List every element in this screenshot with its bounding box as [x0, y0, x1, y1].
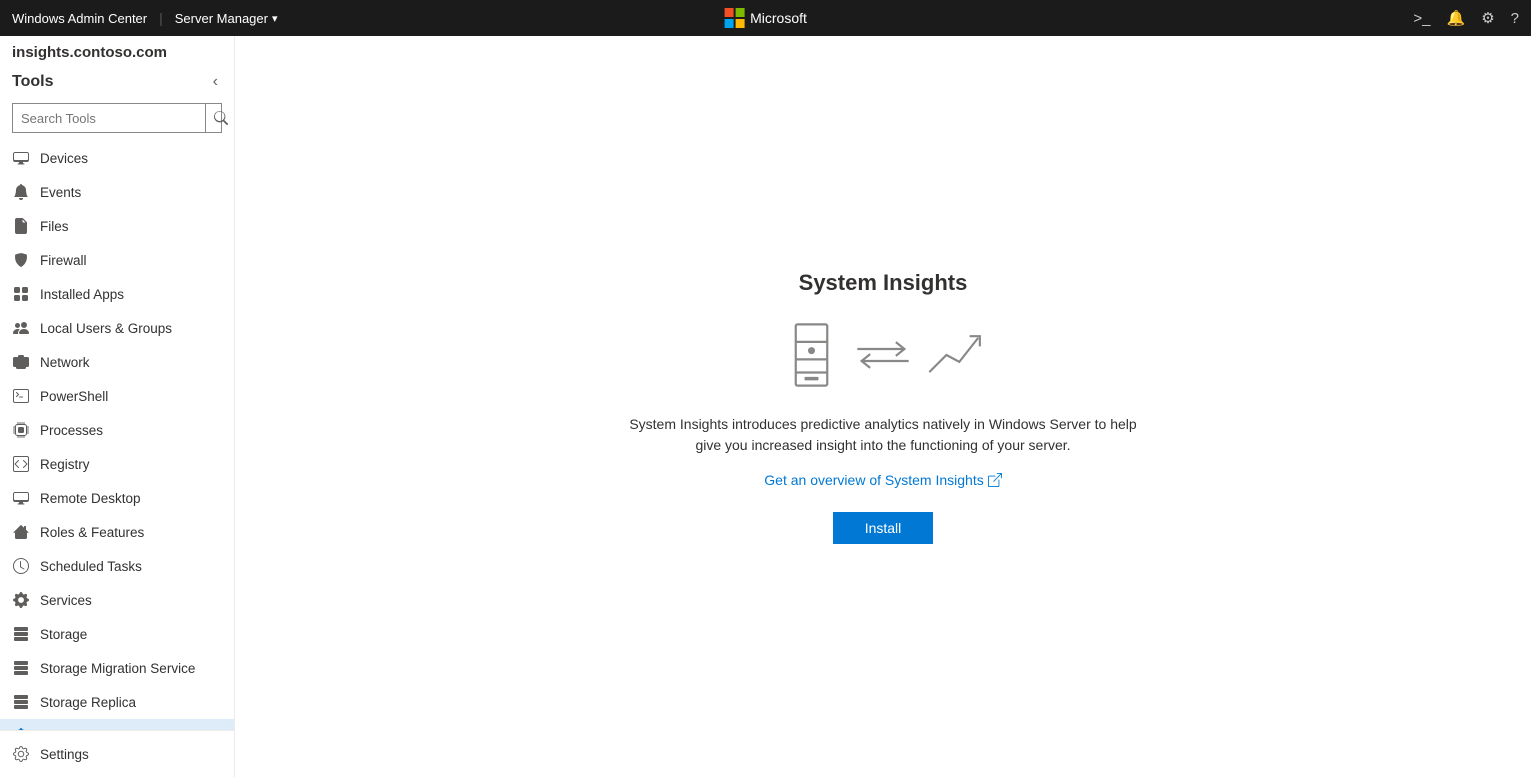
sidebar-item-label-events: Events	[40, 185, 81, 200]
sidebar-item-label-files: Files	[40, 219, 69, 234]
remote-icon	[12, 489, 30, 507]
top-bar: Windows Admin Center | Server Manager ▾ …	[0, 0, 1531, 36]
panel-title: System Insights	[799, 270, 968, 296]
sidebar-item-storage-migration[interactable]: Storage Migration Service	[0, 651, 234, 685]
sidebar-item-scheduled-tasks[interactable]: Scheduled Tasks	[0, 549, 234, 583]
sidebar-item-powershell[interactable]: PowerShell	[0, 379, 234, 413]
tools-header: Tools ‹	[0, 65, 234, 99]
sidebar-item-system-insights[interactable]: System Insights	[0, 719, 234, 730]
sidebar-item-label-registry: Registry	[40, 457, 90, 472]
terminal-icon[interactable]: >_	[1413, 10, 1430, 27]
sidebar-item-registry[interactable]: Registry	[0, 447, 234, 481]
sidebar-item-label-network: Network	[40, 355, 90, 370]
search-icon	[214, 111, 228, 125]
sidebar-item-roles-features[interactable]: Roles & Features	[0, 515, 234, 549]
sidebar-item-label-installed-apps: Installed Apps	[40, 287, 124, 302]
search-button[interactable]	[205, 104, 235, 132]
bell-icon[interactable]: 🔔	[1447, 9, 1466, 27]
registry-icon	[12, 455, 30, 473]
sidebar-item-label-storage-replica: Storage Replica	[40, 695, 136, 710]
sidebar-item-events[interactable]: Events	[0, 175, 234, 209]
sidebar-item-devices[interactable]: Devices	[0, 141, 234, 175]
sidebar-item-label-powershell: PowerShell	[40, 389, 108, 404]
search-container	[0, 99, 234, 141]
sidebar-item-label-remote-desktop: Remote Desktop	[40, 491, 141, 506]
replica-icon	[12, 693, 30, 711]
overview-link[interactable]: Get an overview of System Insights	[764, 472, 1001, 488]
sidebar: insights.contoso.com Tools ‹ Devices Even…	[0, 36, 235, 777]
sidebar-item-local-users[interactable]: Local Users & Groups	[0, 311, 234, 345]
ms-sq-2	[735, 8, 744, 17]
ms-sq-3	[724, 19, 733, 28]
sidebar-item-network[interactable]: Network	[0, 345, 234, 379]
content-area: insights.contoso.com Tools ‹ Devices Even…	[0, 36, 1531, 777]
top-bar-center: Microsoft	[724, 8, 807, 28]
sidebar-item-label-storage: Storage	[40, 627, 87, 642]
sidebar-item-storage[interactable]: Storage	[0, 617, 234, 651]
sidebar-item-processes[interactable]: Processes	[0, 413, 234, 447]
collapse-sidebar-button[interactable]: ‹	[209, 71, 222, 93]
hostname: insights.contoso.com	[0, 36, 234, 65]
powershell-icon	[12, 387, 30, 405]
sidebar-item-firewall[interactable]: Firewall	[0, 243, 234, 277]
main-content: System Insights	[235, 36, 1531, 777]
server-icon	[781, 320, 841, 390]
apps-icon	[12, 285, 30, 303]
sidebar-item-label-firewall: Firewall	[40, 253, 87, 268]
top-bar-right: >_ 🔔 ⚙ ?	[1413, 9, 1519, 27]
sidebar-item-label-processes: Processes	[40, 423, 103, 438]
sidebar-item-label-devices: Devices	[40, 151, 88, 166]
tools-label: Tools	[12, 73, 53, 91]
install-panel: System Insights	[623, 270, 1143, 544]
events-icon	[12, 183, 30, 201]
search-input[interactable]	[13, 111, 205, 126]
install-description: System Insights introduces predictive an…	[623, 414, 1143, 456]
sidebar-item-label-storage-migration: Storage Migration Service	[40, 661, 195, 676]
microsoft-logo	[724, 8, 744, 28]
firewall-icon	[12, 251, 30, 269]
processes-icon	[12, 421, 30, 439]
sidebar-item-label-local-users: Local Users & Groups	[40, 321, 172, 336]
tasks-icon	[12, 557, 30, 575]
settings-nav-icon	[12, 745, 30, 763]
arrows-icon	[853, 320, 913, 390]
search-box	[12, 103, 222, 133]
sidebar-item-label-roles-features: Roles & Features	[40, 525, 144, 540]
microsoft-text: Microsoft	[750, 10, 807, 26]
sidebar-footer: Settings	[0, 730, 234, 777]
settings-label: Settings	[40, 747, 89, 762]
ms-sq-4	[735, 19, 744, 28]
sidebar-item-label-scheduled-tasks: Scheduled Tasks	[40, 559, 142, 574]
install-icons	[781, 320, 985, 390]
services-icon	[12, 591, 30, 609]
app-title: Windows Admin Center	[12, 11, 147, 26]
external-link-icon	[988, 473, 1002, 487]
roles-icon	[12, 523, 30, 541]
sidebar-nav: Devices Events Files Firewall Installed Apps…	[0, 141, 234, 730]
ms-sq-1	[724, 8, 733, 17]
migration-icon	[12, 659, 30, 677]
settings-nav-item[interactable]: Settings	[12, 739, 222, 769]
chart-icon	[925, 320, 985, 390]
storage-icon	[12, 625, 30, 643]
help-icon[interactable]: ?	[1511, 10, 1519, 27]
sidebar-item-services[interactable]: Services	[0, 583, 234, 617]
network-icon	[12, 353, 30, 371]
server-manager-menu[interactable]: Server Manager ▾	[175, 11, 278, 26]
install-button[interactable]: Install	[833, 512, 934, 544]
sidebar-item-label-services: Services	[40, 593, 92, 608]
sidebar-item-installed-apps[interactable]: Installed Apps	[0, 277, 234, 311]
settings-icon[interactable]: ⚙	[1481, 9, 1494, 27]
devices-icon	[12, 149, 30, 167]
files-icon	[12, 217, 30, 235]
sidebar-item-storage-replica[interactable]: Storage Replica	[0, 685, 234, 719]
sidebar-item-remote-desktop[interactable]: Remote Desktop	[0, 481, 234, 515]
users-icon	[12, 319, 30, 337]
sidebar-item-files[interactable]: Files	[0, 209, 234, 243]
top-bar-left: Windows Admin Center | Server Manager ▾	[12, 10, 278, 26]
